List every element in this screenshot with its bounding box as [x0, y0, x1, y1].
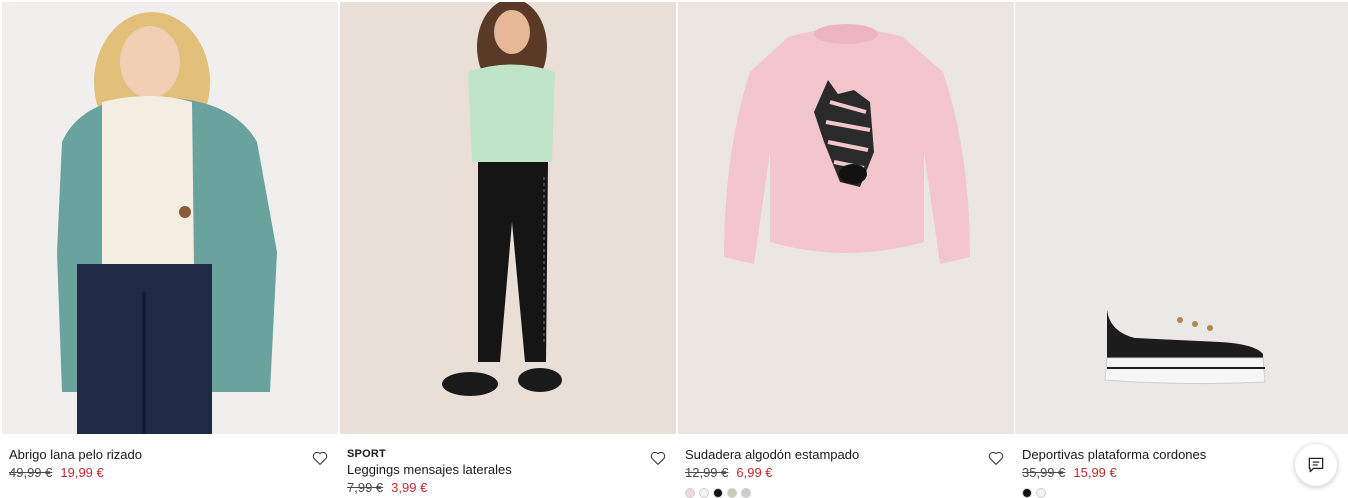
product-tag: SPORT	[347, 448, 386, 460]
product-image-sweatshirt	[678, 2, 1014, 434]
sale-price: 15,99 €	[1073, 465, 1117, 480]
color-swatch[interactable]	[1036, 488, 1046, 498]
sale-price: 6,99 €	[736, 465, 773, 480]
heart-icon	[312, 451, 328, 465]
heart-icon	[650, 451, 666, 465]
product-photo[interactable]	[678, 2, 1014, 434]
product-name[interactable]: Abrigo lana pelo rizado	[9, 447, 338, 463]
color-swatch[interactable]	[741, 488, 751, 498]
product-card-coat[interactable]: Abrigo lana pelo rizado 49,99 € 19,99 €	[2, 2, 338, 495]
original-price: 7,99 €	[347, 480, 384, 495]
favorite-button[interactable]	[987, 449, 1005, 467]
product-card-sneakers[interactable]: Deportivas plataforma cordones 35,99 €15…	[1015, 2, 1348, 498]
heart-icon	[988, 451, 1004, 465]
product-info: SPORT Leggings mensajes laterales 7,99 €…	[347, 448, 676, 496]
original-price: 12,99 €	[685, 465, 729, 480]
color-swatch[interactable]	[727, 488, 737, 498]
product-info: Sudadera algodón estampado 12,99 € 6,99 €	[685, 447, 1014, 481]
product-name[interactable]: Leggings mensajes laterales	[347, 462, 676, 478]
price-block: 7,99 € 3,99 €	[347, 480, 676, 496]
favorite-button[interactable]	[649, 449, 667, 467]
product-photo[interactable]	[2, 2, 338, 434]
product-photo[interactable]	[340, 2, 676, 434]
color-swatch[interactable]	[685, 488, 695, 498]
product-card-leggings[interactable]: SPORT Leggings mensajes laterales 7,99 €…	[340, 2, 676, 495]
favorite-button[interactable]	[311, 449, 329, 467]
color-swatches	[685, 488, 751, 498]
color-swatch[interactable]	[713, 488, 723, 498]
product-name[interactable]: Sudadera algodón estampado	[685, 447, 1014, 463]
product-photo[interactable]	[1015, 2, 1348, 434]
product-image-sneakers	[1015, 2, 1348, 434]
sale-price: 19,99 €	[60, 465, 104, 480]
sale-price: 3,99 €	[391, 480, 428, 495]
price-block: 12,99 € 6,99 €	[685, 465, 1014, 481]
chat-icon	[1308, 457, 1324, 473]
color-swatches	[1022, 488, 1046, 498]
price-block: 49,99 € 19,99 €	[9, 465, 338, 481]
product-grid: Abrigo lana pelo rizado 49,99 € 19,99 € S…	[2, 2, 1348, 498]
chat-button[interactable]	[1295, 444, 1337, 486]
color-swatch[interactable]	[1022, 488, 1032, 498]
product-card-sweatshirt[interactable]: Sudadera algodón estampado 12,99 € 6,99 €	[678, 2, 1014, 498]
product-image-leggings	[340, 2, 676, 434]
color-swatch[interactable]	[699, 488, 709, 498]
original-price: 35,99 €	[1022, 465, 1066, 480]
product-info: Abrigo lana pelo rizado 49,99 € 19,99 €	[9, 447, 338, 481]
product-image-coat	[2, 2, 338, 434]
original-price: 49,99 €	[9, 465, 53, 480]
